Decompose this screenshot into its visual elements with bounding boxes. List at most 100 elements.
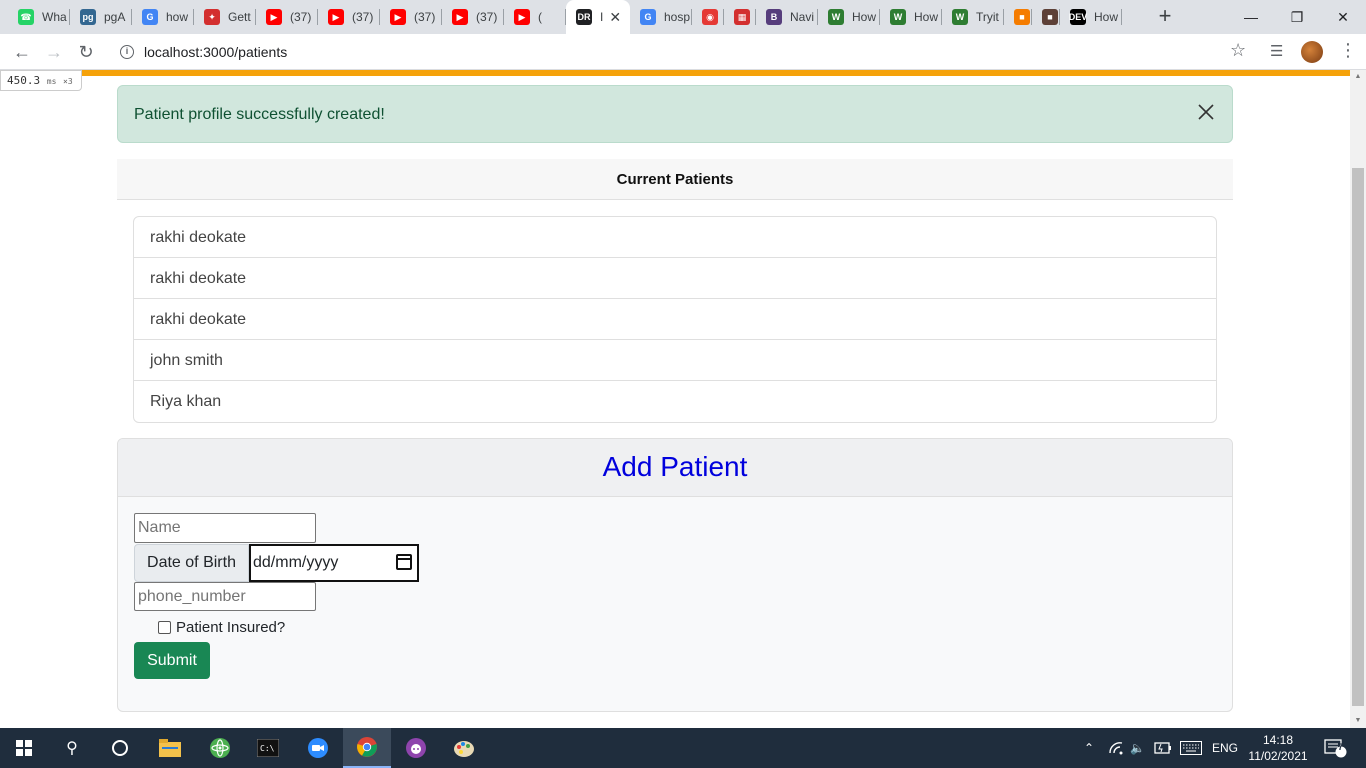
windows-start-icon[interactable] [0, 728, 48, 768]
patient-list-item[interactable]: Riya khan [134, 381, 1216, 422]
youtube-icon: ▶ [452, 9, 468, 25]
back-icon[interactable]: ← [10, 40, 34, 64]
close-icon[interactable] [1194, 100, 1218, 124]
search-icon[interactable]: ⚲ [48, 728, 96, 768]
bird-icon: ✦ [204, 9, 220, 25]
browser-toolbar: ← → ↻ i localhost:3000/patients [0, 34, 1366, 70]
browser-tab[interactable]: ▶ (37) [380, 0, 442, 34]
clock-date: 11/02/2021 [1248, 749, 1308, 763]
language-indicator[interactable]: ENG [1212, 728, 1238, 768]
wikihow-icon: W [828, 9, 844, 25]
browser-tab[interactable]: W Tryit [942, 0, 1004, 34]
tab-label: how [166, 10, 189, 24]
restore-button[interactable]: ❐ [1274, 0, 1320, 34]
patient-list-item[interactable]: rakhi deokate [134, 258, 1216, 299]
calendar-icon[interactable] [396, 554, 412, 570]
paint-icon[interactable] [440, 728, 488, 768]
insured-checkbox[interactable] [158, 621, 171, 634]
forward-icon[interactable]: → [42, 40, 66, 64]
browser-tab[interactable]: ■ [1032, 0, 1060, 34]
close-tab-icon[interactable]: ✕ [609, 9, 621, 26]
patient-list-item[interactable]: john smith [134, 340, 1216, 381]
tab-label: (37) [290, 10, 312, 24]
dob-input[interactable]: dd/mm/yyyy [249, 544, 419, 582]
battery-icon[interactable] [1154, 728, 1172, 768]
scroll-down-icon[interactable]: ▼ [1350, 714, 1366, 728]
tab-label: How [914, 10, 939, 24]
browser-tab[interactable]: Ghow [132, 0, 194, 34]
browser-tab[interactable]: B Navi [756, 0, 818, 34]
google-icon: G [142, 9, 158, 25]
tab-label: Gett [228, 10, 251, 24]
svg-text:C:\: C:\ [260, 744, 275, 753]
file-explorer-icon[interactable] [146, 728, 194, 768]
keyboard-icon[interactable] [1180, 728, 1202, 768]
browser-tab[interactable]: ☎ Wha [8, 0, 70, 34]
browser-tab[interactable]: Ghosp [630, 0, 692, 34]
browser-tab-strip: ☎ Wha pg pgA Ghow ✦ Gett ▶ (37) ▶ (37) ▶ (37) ▶ (37) ▶(… [0, 0, 1366, 34]
perf-value: 450.3 [7, 74, 41, 87]
tab-label: I [600, 10, 604, 24]
browser-tab[interactable]: ▶ (37) [318, 0, 380, 34]
taskbar-clock[interactable]: 14:18 11/02/2021 [1248, 732, 1308, 764]
google-icon: G [640, 9, 656, 25]
browser-tab[interactable]: ◉ [692, 0, 724, 34]
scrollbar-thumb[interactable] [1352, 168, 1364, 706]
site-info-icon[interactable]: i [120, 45, 134, 59]
browser-tab[interactable]: ▶( [504, 0, 566, 34]
media-control-icon[interactable]: ☰ [1270, 42, 1283, 60]
browser-tab[interactable]: ▶ (37) [256, 0, 318, 34]
dev-icon: DEV [1069, 9, 1087, 25]
browser-tab[interactable]: ▦ [724, 0, 756, 34]
patient-list-item[interactable]: rakhi deokate [134, 217, 1216, 258]
browser-tab[interactable]: ■ [1004, 0, 1032, 34]
current-patients-title: Current Patients [117, 159, 1233, 200]
tab-label: Navi [790, 10, 815, 24]
minimize-button[interactable]: — [1228, 0, 1274, 34]
wifi-icon[interactable] [1108, 728, 1124, 768]
tab-label: (37) [352, 10, 374, 24]
notification-count: 7 [1338, 742, 1344, 752]
patient-list-item[interactable]: rakhi deokate [134, 299, 1216, 340]
address-bar[interactable]: i localhost:3000/patients [108, 38, 1258, 66]
profile-avatar[interactable] [1301, 41, 1323, 63]
close-window-button[interactable]: ✕ [1320, 0, 1366, 34]
tab-label: (37) [476, 10, 498, 24]
name-input[interactable] [134, 513, 316, 543]
submit-button[interactable]: Submit [134, 642, 210, 679]
clock-time: 14:18 [1262, 733, 1294, 747]
browser-tab[interactable]: W How [880, 0, 942, 34]
cortana-icon[interactable] [96, 728, 144, 768]
browser-tab[interactable]: DEV How [1060, 0, 1122, 34]
alert-message: Patient profile successfully created! [134, 106, 385, 123]
tab-label: Wha [42, 10, 67, 24]
youtube-icon: ▶ [514, 9, 530, 25]
youtube-icon: ▶ [266, 9, 282, 25]
browser-tab[interactable]: DR I ✕ [566, 0, 630, 34]
atom-icon[interactable] [196, 728, 244, 768]
extension-icon: ■ [1042, 9, 1058, 25]
zoom-icon[interactable] [294, 728, 342, 768]
browser-tab[interactable]: W How [818, 0, 880, 34]
volume-icon[interactable]: 🔈 [1130, 728, 1145, 768]
notification-center-icon[interactable]: 7 [1324, 728, 1348, 768]
reload-icon[interactable]: ↻ [74, 40, 98, 64]
patient-list: rakhi deokate rakhi deokate rakhi deokate j… [133, 216, 1217, 423]
terminal-icon[interactable]: C:\ [244, 728, 292, 768]
chrome-icon[interactable] [343, 728, 391, 768]
scroll-up-icon[interactable]: ▲ [1350, 70, 1366, 84]
new-tab-button[interactable]: + [1152, 4, 1178, 30]
react-devtools-icon: DR [576, 9, 592, 25]
bootstrap-icon: B [766, 9, 782, 25]
browser-tab[interactable]: ▶ (37) [442, 0, 504, 34]
bookmark-star-icon[interactable]: ☆ [1230, 40, 1246, 61]
browser-tab[interactable]: ✦ Gett [194, 0, 256, 34]
tab-label: pgA [104, 10, 126, 24]
browser-tab[interactable]: pg pgA [70, 0, 132, 34]
github-desktop-icon[interactable] [392, 728, 440, 768]
windows-taskbar: ⚲ C:\ ⌃ 🔈 ENG 14:18 11/02/2021 7 [0, 728, 1366, 768]
browser-menu-icon[interactable]: ⋮ [1339, 40, 1357, 61]
phone-input[interactable] [134, 582, 316, 611]
page-scrollbar[interactable]: ▲ ▼ [1350, 70, 1366, 728]
tray-chevron-icon[interactable]: ⌃ [1084, 728, 1094, 768]
